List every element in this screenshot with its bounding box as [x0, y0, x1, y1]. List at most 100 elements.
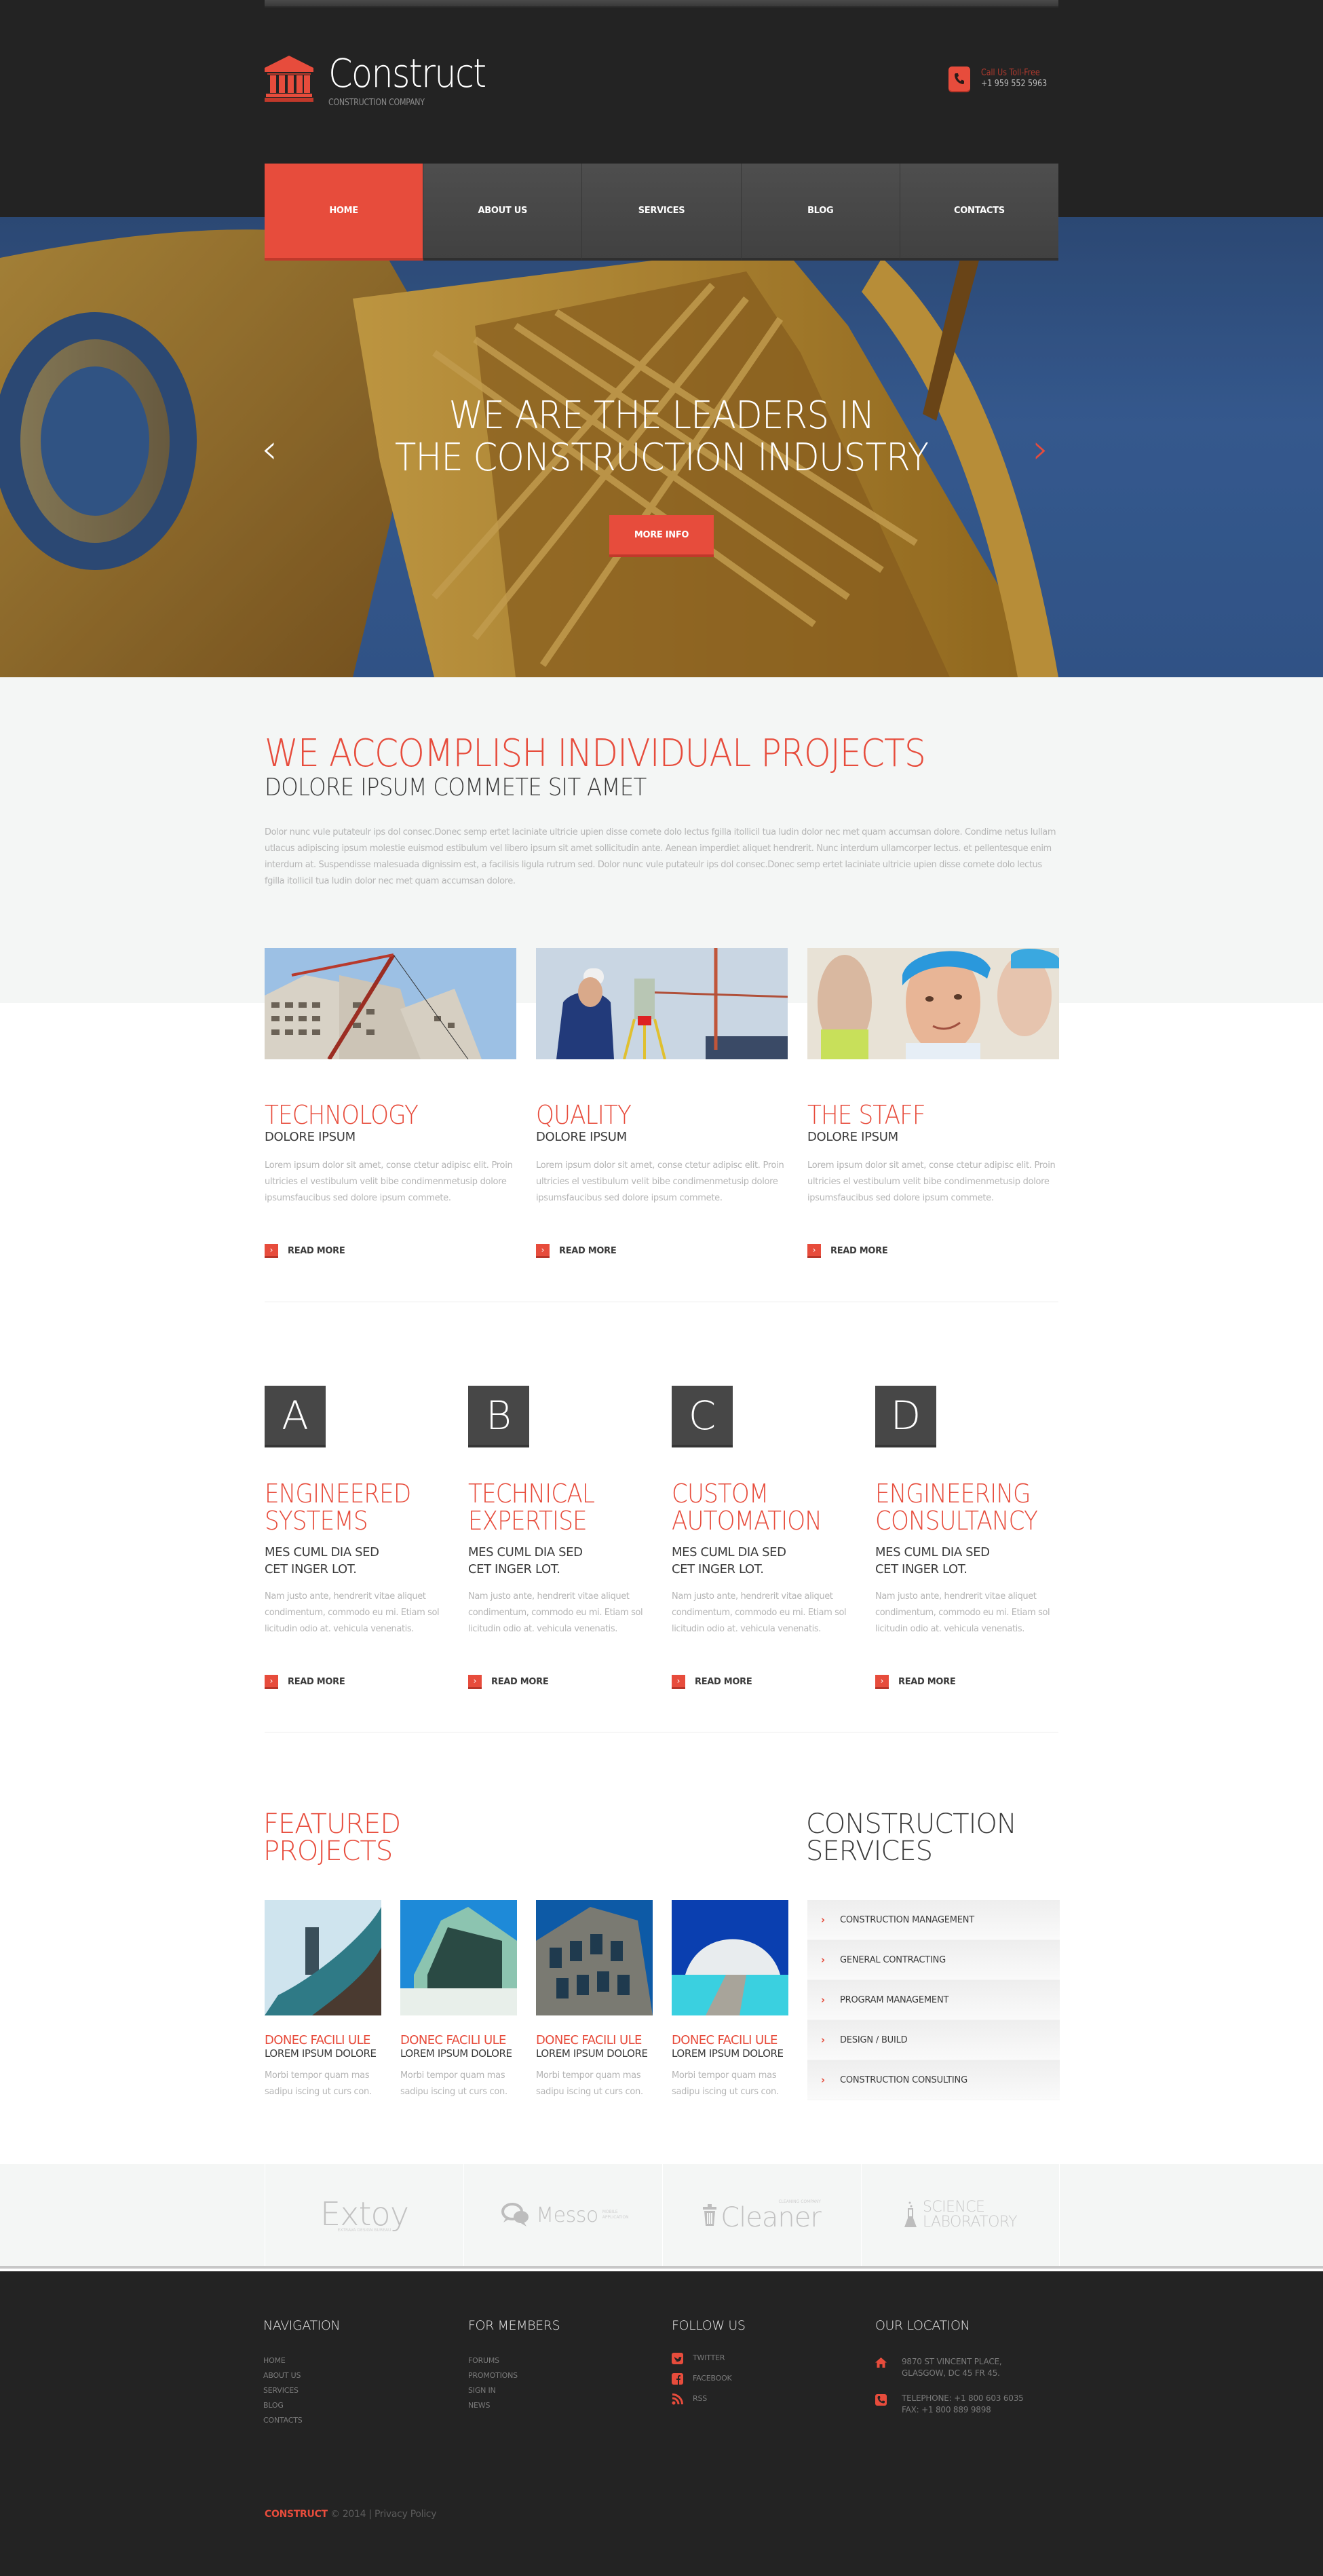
project-subtitle: LOREM IPSUM DOLORE: [400, 2047, 512, 2060]
project-image[interactable]: [536, 1900, 653, 2015]
chevron-right-icon: ›: [821, 1914, 826, 1926]
service-subtitle: MES CUML DIA SED CET INGER LOT.: [875, 1545, 990, 1576]
footer-link-blog[interactable]: BLOG: [263, 2398, 340, 2413]
service-list-item[interactable]: › CONSTRUCTION MANAGEMENT: [807, 1900, 1060, 1940]
chevron-right-icon[interactable]: ›: [1033, 429, 1049, 470]
service-letter-badge: A: [265, 1386, 326, 1447]
logo-subtitle: CONSTRUCTION COMPANY: [328, 98, 425, 108]
service-letter-badge: D: [875, 1386, 936, 1447]
facebook-icon: [672, 2372, 683, 2385]
service-list-item[interactable]: › CONSTRUCTION CONSULTING: [807, 2060, 1060, 2100]
service-card: B TECHNICAL EXPERTISE MES CUML DIA SED CET…: [468, 1386, 658, 1637]
chevron-right-icon: ›: [672, 1675, 685, 1689]
quality-image: [536, 948, 788, 1059]
project-title: DONEC FACILI ULE: [536, 2033, 642, 2047]
intro-text: Dolor nunc vule putateulr ips dol consec…: [265, 827, 1056, 886]
footer-column-title: NAVIGATION: [263, 2318, 341, 2333]
project-card[interactable]: DONEC FACILI ULE LOREM IPSUM DOLORE Morb…: [265, 1900, 381, 2100]
partner-logo-cleaner[interactable]: CLEANING COMPANY Cleaner: [662, 2164, 861, 2266]
service-card: C CUSTOM AUTOMATION MES CUML DIA SED CET I…: [672, 1386, 862, 1637]
footer-link-home[interactable]: HOME: [263, 2353, 340, 2368]
partner-logos: Extoy EXTRAVA DESIGN BUREAU Messo MOBILE…: [0, 2164, 1323, 2269]
project-card[interactable]: DONEC FACILI ULE LOREM IPSUM DOLORE Morb…: [400, 1900, 517, 2100]
service-list-item[interactable]: › GENERAL CONTRACTING: [807, 1940, 1060, 1980]
address: 9870 ST VINCENT PLACE, GLASGOW, DC 45 FR …: [875, 2356, 1024, 2379]
service-title: ENGINEERING CONSULTANCY: [875, 1479, 1038, 1536]
footer-link-rss[interactable]: RSS: [672, 2389, 746, 2409]
partner-logo-messo[interactable]: Messo MOBILE APPLICATION: [463, 2164, 662, 2266]
service-subtitle: MES CUML DIA SED CET INGER LOT.: [265, 1545, 379, 1576]
chevron-right-icon: ›: [821, 1994, 826, 2006]
project-title: DONEC FACILI ULE: [265, 2033, 370, 2047]
footer-link-promotions[interactable]: PROMOTIONS: [468, 2368, 560, 2383]
footer-link-sign-in[interactable]: SIGN IN: [468, 2383, 560, 2398]
project-image[interactable]: [265, 1900, 381, 2015]
footer-link-forums[interactable]: FORUMS: [468, 2353, 560, 2368]
project-text: Morbi tempor quam mas sadipu iscing ut c…: [672, 2070, 779, 2097]
intro-subtitle: DOLORE IPSUM COMMETE SIT AMET: [265, 774, 647, 801]
footer-link-about-us[interactable]: ABOUT US: [263, 2368, 340, 2383]
feature-title: QUALITY: [536, 1100, 632, 1130]
footer-link-contacts[interactable]: CONTACTS: [263, 2413, 340, 2428]
footer-link-services[interactable]: SERVICES: [263, 2383, 340, 2398]
footer-column-title: FOR MEMBERS: [468, 2318, 560, 2333]
copyright-brand: CONSTRUCT: [265, 2509, 328, 2520]
footer-follow-us: FOLLOW US TWITTER FACEBOOK RSS: [672, 2318, 746, 2409]
chat-bubbles-icon: [501, 2202, 531, 2228]
footer-link-twitter[interactable]: TWITTER: [672, 2348, 746, 2368]
service-letter-badge: B: [468, 1386, 529, 1447]
project-image[interactable]: [400, 1900, 517, 2015]
project-subtitle: LOREM IPSUM DOLORE: [536, 2047, 648, 2060]
logo[interactable]: Construct CONSTRUCTION COMPANY: [265, 54, 507, 108]
construction-services-title: CONSTRUCTION SERVICES: [806, 1808, 1017, 1867]
nav-item-contacts[interactable]: CONTACTS: [900, 164, 1059, 261]
nav-item-home[interactable]: HOME: [265, 164, 424, 261]
read-more-link[interactable]: › READ MORE: [807, 1244, 888, 1258]
footer-column-title: OUR LOCATION: [875, 2318, 970, 2333]
copyright: CONSTRUCT © 2014 | Privacy Policy: [265, 2509, 437, 2520]
footer-link-facebook[interactable]: FACEBOOK: [672, 2368, 746, 2389]
read-more-link[interactable]: › READ MORE: [468, 1675, 549, 1689]
phone-number[interactable]: +1 959 552 5963: [981, 79, 1047, 90]
nav-item-services[interactable]: SERVICES: [582, 164, 742, 261]
logo-title: Construct: [328, 50, 486, 96]
feature-title: TECHNOLOGY: [265, 1100, 419, 1130]
chevron-right-icon: ›: [536, 1244, 550, 1258]
service-text: Nam justo ante, hendrerit vitae aliquet …: [265, 1591, 440, 1634]
read-more-link[interactable]: › READ MORE: [672, 1675, 752, 1689]
chevron-right-icon: ›: [468, 1675, 482, 1689]
chevron-left-icon[interactable]: ‹: [261, 429, 277, 470]
feature-subtitle: DOLORE IPSUM: [265, 1130, 356, 1144]
privacy-policy-link[interactable]: Privacy Policy: [375, 2509, 437, 2520]
service-list-item[interactable]: › PROGRAM MANAGEMENT: [807, 1980, 1060, 2020]
footer: [0, 2271, 1323, 2576]
nav-item-blog[interactable]: BLOG: [741, 164, 900, 261]
partner-logo-extoy[interactable]: Extoy EXTRAVA DESIGN BUREAU: [265, 2164, 463, 2266]
chevron-right-icon: ›: [821, 1954, 826, 1966]
feature-text: Lorem ipsum dolor sit amet, conse ctetur…: [536, 1160, 784, 1203]
phone-icon: [875, 2394, 887, 2406]
service-text: Nam justo ante, hendrerit vitae aliquet …: [875, 1591, 1050, 1634]
partner-logo-science-laboratory[interactable]: SCIENCE LABORATORY: [861, 2164, 1060, 2266]
feature-text: Lorem ipsum dolor sit amet, conse ctetur…: [265, 1160, 513, 1203]
more-info-button[interactable]: MORE INFO: [609, 515, 714, 557]
read-more-link[interactable]: › READ MORE: [265, 1675, 345, 1689]
feature-subtitle: DOLORE IPSUM: [807, 1130, 898, 1144]
service-list-item[interactable]: › DESIGN / BUILD: [807, 2020, 1060, 2060]
chevron-right-icon: ›: [821, 2034, 826, 2046]
project-card[interactable]: DONEC FACILI ULE LOREM IPSUM DOLORE Morb…: [672, 1900, 788, 2100]
project-subtitle: LOREM IPSUM DOLORE: [672, 2047, 784, 2060]
hero-slider: WE ARE THE LEADERS IN THE CONSTRUCTION I…: [0, 217, 1323, 677]
phone-label: Call Us Toll-Free: [981, 68, 1040, 78]
nav-item-about-us[interactable]: ABOUT US: [423, 164, 583, 261]
project-title: DONEC FACILI ULE: [400, 2033, 506, 2047]
feature-subtitle: DOLORE IPSUM: [536, 1130, 627, 1144]
read-more-link[interactable]: › READ MORE: [265, 1244, 345, 1258]
read-more-link[interactable]: › READ MORE: [875, 1675, 956, 1689]
project-card[interactable]: DONEC FACILI ULE LOREM IPSUM DOLORE Morb…: [536, 1900, 653, 2100]
project-image[interactable]: [672, 1900, 788, 2015]
read-more-link[interactable]: › READ MORE: [536, 1244, 617, 1258]
footer-link-news[interactable]: NEWS: [468, 2398, 560, 2413]
footer-column-title: FOLLOW US: [672, 2318, 746, 2333]
service-title: ENGINEERED SYSTEMS: [265, 1479, 411, 1536]
